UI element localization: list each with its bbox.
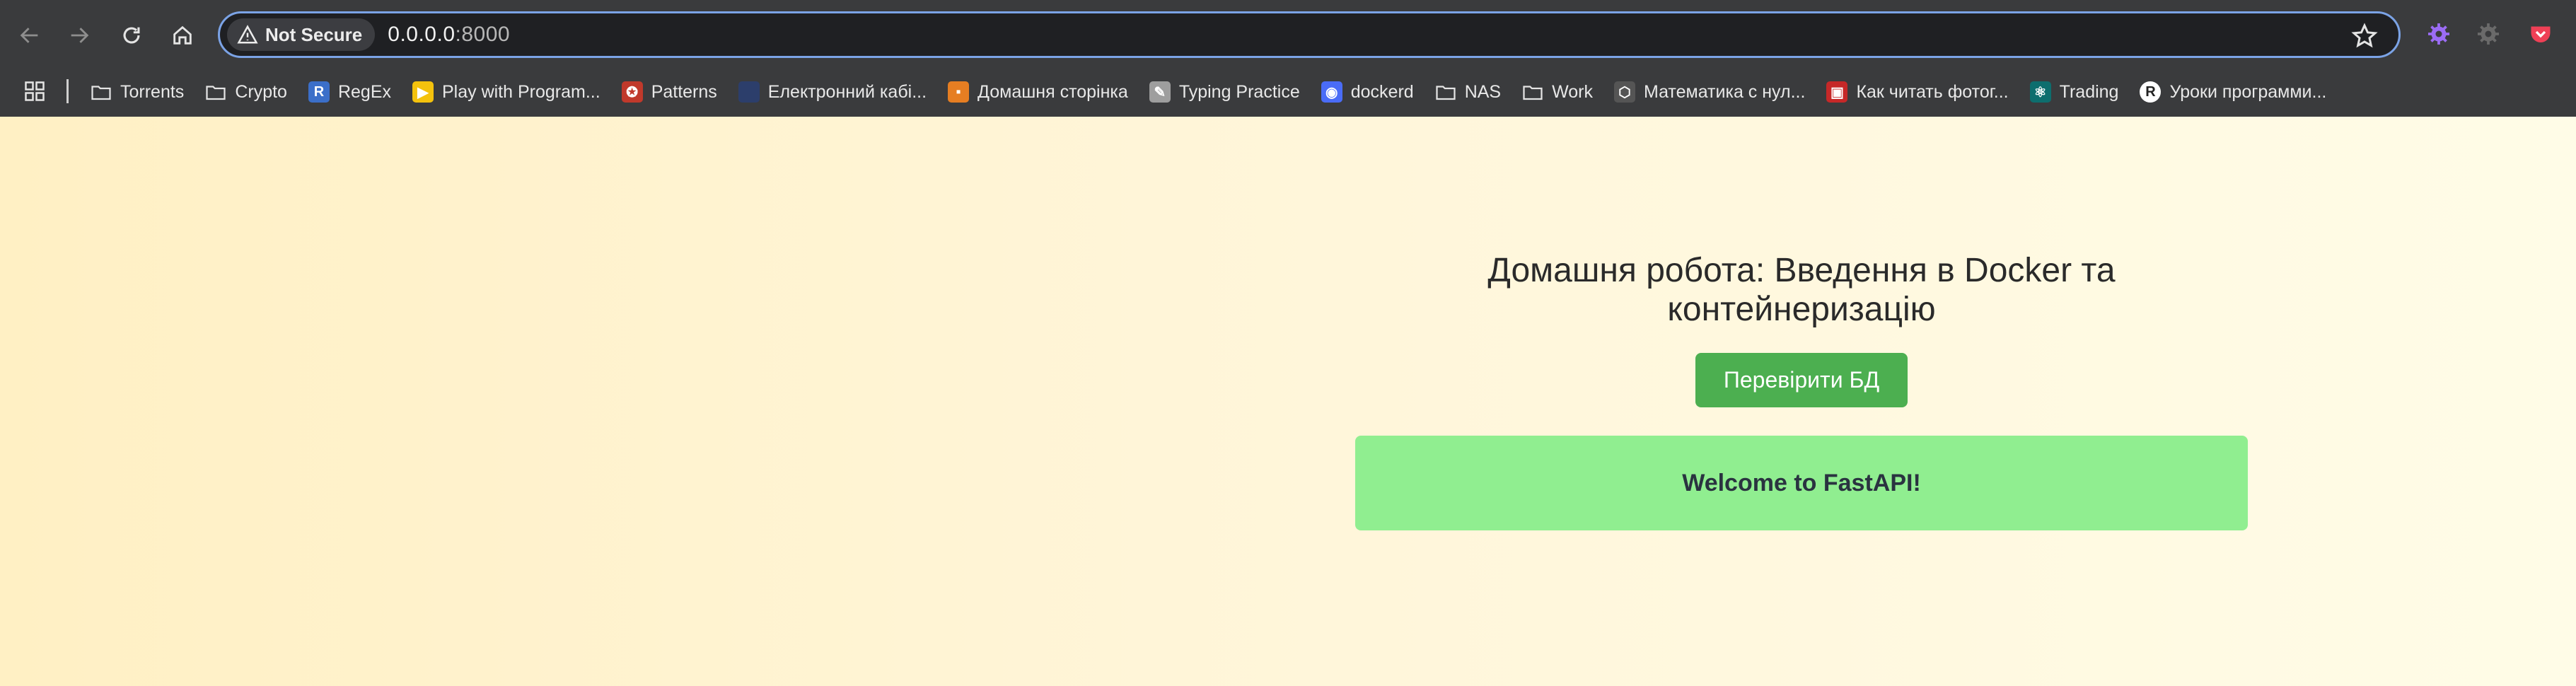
folder-icon (1435, 81, 1456, 103)
bookmark-item[interactable]: Електронний кабі... (738, 81, 927, 103)
bookmark-item[interactable]: ⬡ Математика с нул... (1613, 81, 1806, 103)
bookmark-label: Математика с нул... (1643, 81, 1806, 102)
response-message-text: Welcome to FastAPI! (1682, 469, 1921, 496)
bookmarks-bar: Torrents Crypto R RegEx ▶ Play with Program..… (0, 71, 2576, 113)
bookmark-label: Typing Practice (1178, 81, 1300, 102)
response-message: Welcome to FastAPI! (1355, 436, 2248, 530)
bookmark-label: Work (1552, 81, 1593, 102)
photo-favicon: ▣ (1826, 81, 1848, 103)
bookmark-item[interactable]: ◉ dockerd (1321, 81, 1414, 103)
forward-button[interactable] (61, 17, 98, 54)
bookmark-label: Crypto (235, 81, 287, 102)
url-host: 0.0.0.0 (388, 23, 456, 46)
reload-button[interactable] (113, 17, 150, 54)
address-bar[interactable]: Not Secure 0.0.0.0:8000 (218, 11, 2401, 58)
bookmark-item[interactable]: ▪ Домашня сторінка (948, 81, 1128, 103)
bookmark-star-icon[interactable] (2350, 22, 2379, 50)
folder-icon (205, 81, 226, 103)
forward-arrow-icon (71, 28, 89, 43)
pocket-icon (2531, 26, 2551, 42)
main-content: Домашня робота: Введення в Docker та кон… (1355, 251, 2248, 530)
bookmark-label: Уроки программи... (2169, 81, 2327, 102)
folder-icon (1522, 81, 1543, 103)
browser-toolbar: Not Secure 0.0.0.0:8000 (0, 0, 2576, 71)
bookmark-item[interactable]: Torrents (91, 81, 184, 103)
lessons-favicon: R (2140, 81, 2162, 103)
apps-grid-icon[interactable] (24, 81, 45, 102)
url-text[interactable]: 0.0.0.0:8000 (388, 23, 510, 47)
gear-icon (2428, 23, 2449, 45)
security-chip[interactable]: Not Secure (227, 18, 376, 51)
warning-icon (237, 25, 258, 44)
gear-icon (2478, 23, 2499, 45)
browser-chrome: Not Secure 0.0.0.0:8000 Torrents Crypto R R… (0, 0, 2576, 117)
math-favicon: ⬡ (1613, 81, 1635, 103)
patterns-favicon: ✪ (621, 81, 643, 103)
extension-gear-purple[interactable] (2423, 18, 2454, 50)
home-button[interactable] (164, 17, 201, 54)
bookmark-label: Домашня сторінка (977, 81, 1128, 102)
back-button[interactable] (11, 17, 48, 54)
extension-pocket[interactable] (2525, 18, 2556, 50)
home-icon (173, 25, 192, 45)
typing-favicon: ✎ (1149, 81, 1171, 103)
bookmark-label: RegEx (337, 81, 391, 102)
bookmark-label: NAS (1464, 81, 1502, 102)
page-viewport: Домашня робота: Введення в Docker та кон… (0, 117, 2576, 686)
reload-icon (123, 27, 140, 44)
regex-favicon: R (308, 81, 330, 103)
bookmark-item[interactable]: R Уроки программи... (2140, 81, 2326, 103)
bookmark-item[interactable]: ▶ Play with Program... (412, 81, 601, 103)
cabinet-favicon (738, 81, 760, 103)
folder-icon (91, 81, 112, 103)
bookmark-item[interactable]: ✪ Patterns (621, 81, 717, 103)
home-favicon: ▪ (948, 81, 970, 103)
trading-favicon: ⚛ (2029, 81, 2051, 103)
docker-favicon: ◉ (1321, 81, 1342, 103)
bookmark-item[interactable]: ✎ Typing Practice (1149, 81, 1300, 103)
bookmark-label: Patterns (651, 81, 717, 102)
bookmark-label: Trading (2059, 81, 2119, 102)
bookmark-item[interactable]: Crypto (205, 81, 287, 103)
bookmark-label: Как читать фотог... (1856, 81, 2009, 102)
bookmark-item[interactable]: NAS (1435, 81, 1501, 103)
play-favicon: ▶ (412, 81, 434, 103)
security-chip-label: Not Secure (265, 23, 363, 45)
bookmarks-divider (66, 79, 69, 103)
extension-gear-gray[interactable] (2473, 18, 2504, 50)
url-port: :8000 (455, 23, 511, 46)
bookmark-label: Електронний кабі... (767, 81, 927, 102)
bookmark-label: Play with Program... (442, 81, 601, 102)
bookmark-label: Torrents (120, 81, 185, 102)
bookmark-item[interactable]: Work (1522, 81, 1593, 103)
check-db-button[interactable]: Перевірити БД (1695, 353, 1908, 407)
bookmark-item[interactable]: ⚛ Trading (2029, 81, 2119, 103)
bookmarks-list: Torrents Crypto R RegEx ▶ Play with Program..… (91, 71, 2348, 113)
bookmark-item[interactable]: R RegEx (308, 81, 391, 103)
back-arrow-icon (20, 28, 38, 43)
bookmark-item[interactable]: ▣ Как читать фотог... (1826, 81, 2009, 103)
bookmark-label: dockerd (1350, 81, 1414, 102)
page-title: Домашня робота: Введення в Docker та кон… (1487, 252, 2116, 328)
